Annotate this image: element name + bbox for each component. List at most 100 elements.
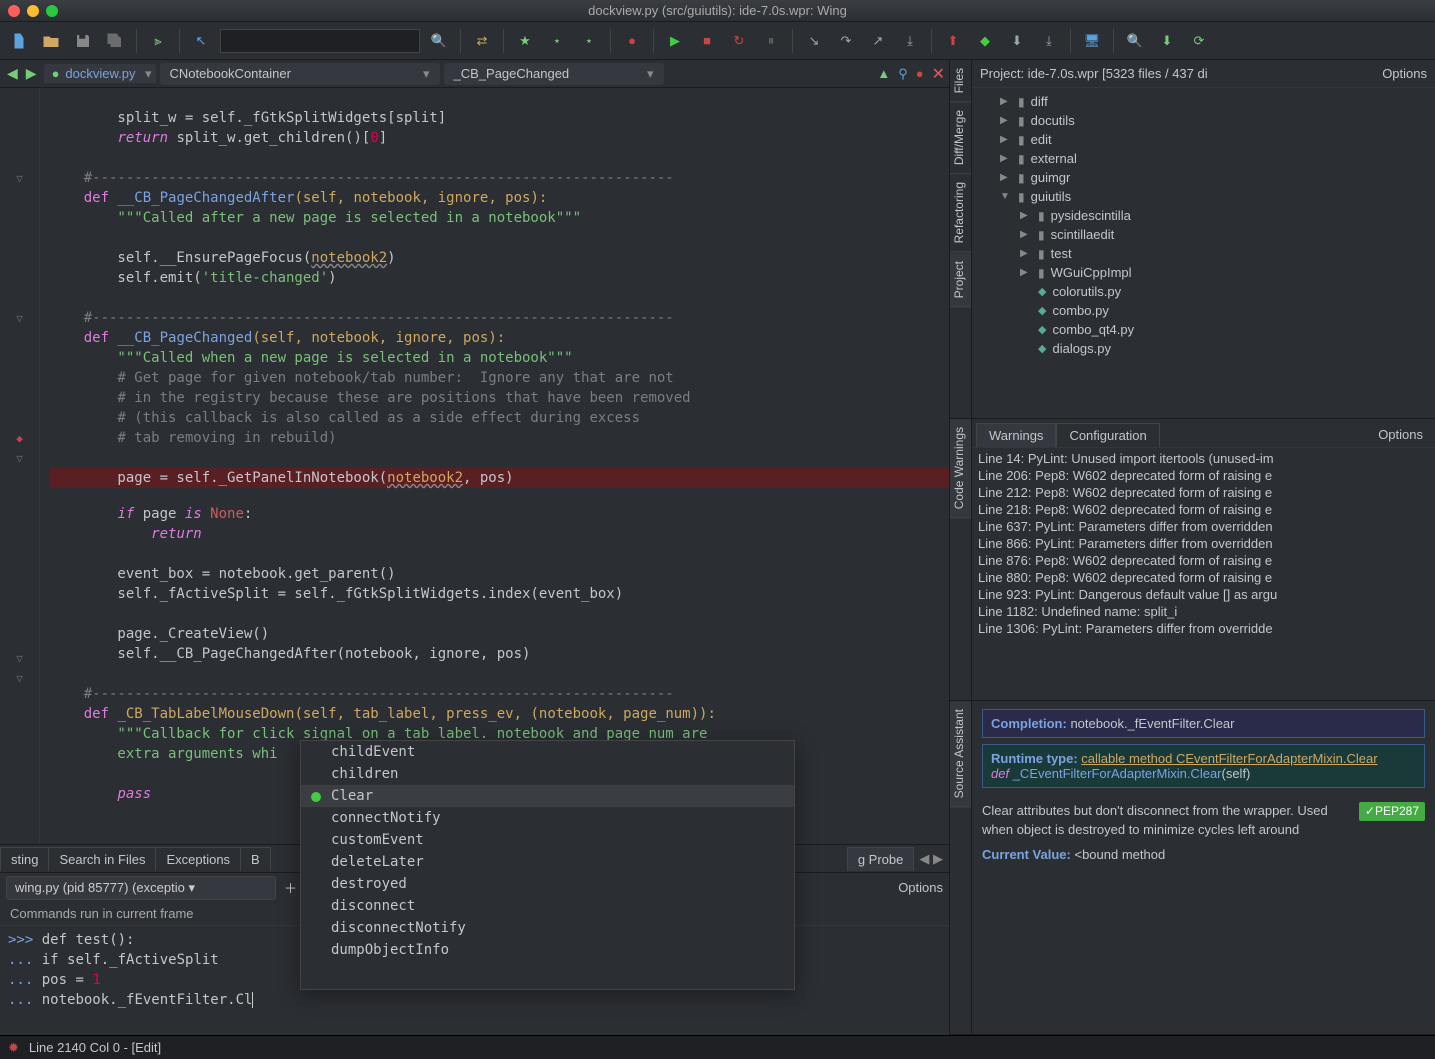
autocomplete-item[interactable]: childEvent xyxy=(301,741,794,763)
debug-options[interactable]: Options xyxy=(898,880,943,895)
editor-gutter[interactable]: ▽ ▽ ◆ ▽ ▽▽ xyxy=(0,88,40,844)
new-file-icon[interactable] xyxy=(6,28,32,54)
tab-prev-icon[interactable]: ◀ xyxy=(4,65,21,82)
stop-icon[interactable]: ■ xyxy=(694,28,720,54)
tab-next-icon[interactable]: ▶ xyxy=(23,65,40,82)
function-selector[interactable]: _CB_PageChanged ▾ xyxy=(444,63,664,85)
search-icon[interactable]: 🔍 xyxy=(426,28,452,54)
vtab-code-warnings[interactable]: Code Warnings xyxy=(950,419,971,518)
warning-item[interactable]: Line 14: PyLint: Unused import itertools… xyxy=(978,450,1429,467)
tree-node[interactable]: ◆combo_qt4.py xyxy=(972,320,1435,339)
project-tree[interactable]: ▶▮diff▶▮docutils▶▮edit▶▮external▶▮guimgr… xyxy=(972,88,1435,418)
autocomplete-item[interactable]: customEvent xyxy=(301,829,794,851)
add-process-icon[interactable]: ＋ xyxy=(284,878,297,897)
vtab-source-assistant[interactable]: Source Assistant xyxy=(950,701,971,807)
save-all-icon[interactable] xyxy=(102,28,128,54)
frame-down-icon[interactable]: ⬇ xyxy=(1004,28,1030,54)
frame-last-icon[interactable]: ⤓ xyxy=(1036,28,1062,54)
warning-item[interactable]: Line 212: Pep8: W602 deprecated form of … xyxy=(978,484,1429,501)
warnings-list[interactable]: Line 14: PyLint: Unused import itertools… xyxy=(972,448,1435,700)
warning-badge-icon[interactable]: ▲ xyxy=(877,66,890,81)
tab-scroll-arrows[interactable]: ◀ ▶ xyxy=(913,851,949,867)
runtime-type-link[interactable]: callable method CEventFilterForAdapterMi… xyxy=(1081,751,1377,766)
search-input[interactable] xyxy=(220,29,420,53)
sync-icon[interactable]: ⚲ xyxy=(898,66,908,82)
tree-node[interactable]: ◆colorutils.py xyxy=(972,282,1435,301)
tree-node[interactable]: ▶▮guimgr xyxy=(972,168,1435,187)
autocomplete-item[interactable]: disconnectNotify xyxy=(301,917,794,939)
tab-search-in-files[interactable]: Search in Files xyxy=(48,847,156,871)
warning-item[interactable]: Line 218: Pep8: W602 deprecated form of … xyxy=(978,501,1429,518)
tab-warnings[interactable]: Warnings xyxy=(976,423,1056,447)
warning-item[interactable]: Line 923: PyLint: Dangerous default valu… xyxy=(978,586,1429,603)
tree-node[interactable]: ▼▮guiutils xyxy=(972,187,1435,206)
close-tab-icon[interactable]: ✕ xyxy=(932,64,945,84)
restart-icon[interactable]: ↻ xyxy=(726,28,752,54)
chevron-down-icon[interactable]: ▾ xyxy=(145,66,152,82)
download-icon[interactable]: ⬇ xyxy=(1154,28,1180,54)
autocomplete-item[interactable]: children xyxy=(301,763,794,785)
code-content[interactable]: split_w = self._fGtkSplitWidgets[split] … xyxy=(40,88,949,844)
indent-icon[interactable]: ⫸ xyxy=(145,28,171,54)
tab-exceptions[interactable]: Exceptions xyxy=(155,847,241,871)
vtab-files[interactable]: Files xyxy=(950,60,971,102)
tree-node[interactable]: ▶▮scintillaedit xyxy=(972,225,1435,244)
process-selector[interactable]: wing.py (pid 85777) (exceptio ▾ xyxy=(6,876,276,900)
warning-item[interactable]: Line 637: PyLint: Parameters differ from… xyxy=(978,518,1429,535)
tree-node[interactable]: ▶▮docutils xyxy=(972,111,1435,130)
warning-item[interactable]: Line 866: PyLint: Parameters differ from… xyxy=(978,535,1429,552)
warnings-options[interactable]: Options xyxy=(1370,423,1431,447)
tree-node[interactable]: ◆combo.py xyxy=(972,301,1435,320)
autocomplete-item[interactable]: connectNotify xyxy=(301,807,794,829)
vtab-project[interactable]: Project xyxy=(950,253,971,307)
pause-icon[interactable]: ⏸ xyxy=(758,28,784,54)
tree-node[interactable]: ▶▮pysidescintilla xyxy=(972,206,1435,225)
bug-icon[interactable]: ✹ xyxy=(8,1040,19,1056)
tab-b[interactable]: B xyxy=(240,847,271,871)
monitor-icon[interactable]: 🖥 xyxy=(1079,28,1105,54)
frame-up-icon[interactable]: ⬆ xyxy=(940,28,966,54)
class-selector[interactable]: CNotebookContainer ▾ xyxy=(160,63,440,85)
project-options[interactable]: Options xyxy=(1382,66,1427,81)
bookmark-prev-icon[interactable]: ⋆ xyxy=(544,28,570,54)
tree-node[interactable]: ◆dialogs.py xyxy=(972,339,1435,358)
vtab-diff-merge[interactable]: Diff/Merge xyxy=(950,102,971,174)
step-over-icon[interactable]: ↷ xyxy=(833,28,859,54)
tab-configuration[interactable]: Configuration xyxy=(1056,423,1159,447)
autocomplete-item[interactable]: dumpObjectInfo xyxy=(301,939,794,961)
step-out-icon[interactable]: ↗ xyxy=(865,28,891,54)
file-tab[interactable]: ● dockview.py ▾ xyxy=(44,64,156,83)
options-icon[interactable]: ● xyxy=(916,66,924,81)
autocomplete-item[interactable]: disconnect xyxy=(301,895,794,917)
refresh-icon[interactable]: ⟳ xyxy=(1186,28,1212,54)
tree-node[interactable]: ▶▮diff xyxy=(972,92,1435,111)
code-editor[interactable]: ▽ ▽ ◆ ▽ ▽▽ split_w = self._fGtkSplitWidg… xyxy=(0,88,949,844)
run-to-cursor-icon[interactable]: ⤓ xyxy=(897,28,923,54)
warning-item[interactable]: Line 876: Pep8: W602 deprecated form of … xyxy=(978,552,1429,569)
tab-debug-probe[interactable]: g Probe xyxy=(847,847,915,871)
open-file-icon[interactable] xyxy=(38,28,64,54)
tree-node[interactable]: ▶▮edit xyxy=(972,130,1435,149)
step-into-icon[interactable]: ↘ xyxy=(801,28,827,54)
replace-icon[interactable]: ⇄ xyxy=(469,28,495,54)
tab-testing[interactable]: sting xyxy=(0,847,49,871)
autocomplete-item[interactable]: Clear xyxy=(301,785,794,807)
vtab-refactoring[interactable]: Refactoring xyxy=(950,174,971,252)
tree-node[interactable]: ▶▮external xyxy=(972,149,1435,168)
bookmark-next-icon[interactable]: ⋆ xyxy=(576,28,602,54)
bookmark-icon[interactable]: ★ xyxy=(512,28,538,54)
warning-item[interactable]: Line 1182: Undefined name: split_i xyxy=(978,603,1429,620)
frame-icon[interactable]: ◆ xyxy=(972,28,998,54)
tree-node[interactable]: ▶▮WGuiCppImpl xyxy=(972,263,1435,282)
tree-node[interactable]: ▶▮test xyxy=(972,244,1435,263)
warning-item[interactable]: Line 206: Pep8: W602 deprecated form of … xyxy=(978,467,1429,484)
zoom-icon[interactable]: 🔍 xyxy=(1122,28,1148,54)
warning-item[interactable]: Line 880: Pep8: W602 deprecated form of … xyxy=(978,569,1429,586)
run-icon[interactable]: ▶ xyxy=(662,28,688,54)
breakpoint-icon[interactable]: ● xyxy=(619,28,645,54)
autocomplete-popup[interactable]: childEventchildrenClearconnectNotifycust… xyxy=(300,740,795,990)
autocomplete-item[interactable]: deleteLater xyxy=(301,851,794,873)
cursor-icon[interactable]: ↖ xyxy=(188,28,214,54)
autocomplete-item[interactable]: destroyed xyxy=(301,873,794,895)
warning-item[interactable]: Line 1306: PyLint: Parameters differ fro… xyxy=(978,620,1429,637)
